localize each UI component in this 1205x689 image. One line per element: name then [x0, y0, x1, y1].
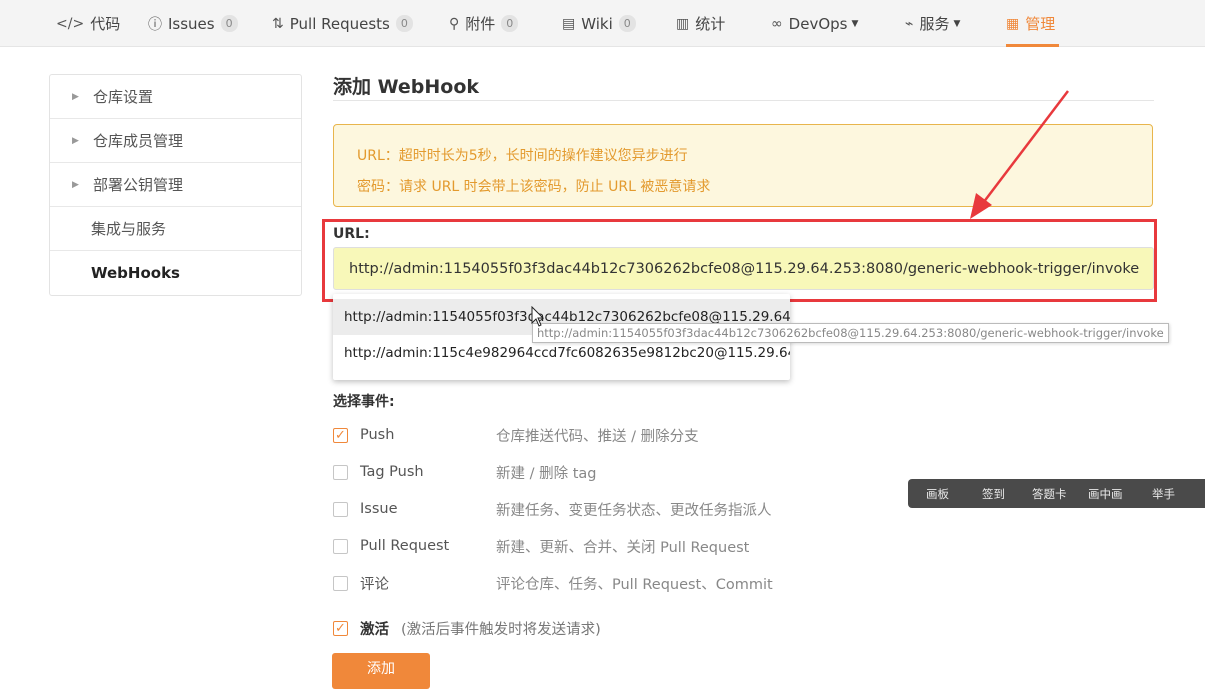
issue-icon: ⓘ — [148, 16, 162, 33]
nav-wiki[interactable]: ▤ Wiki 0 — [562, 0, 636, 47]
toolbar-checkin-button[interactable]: 签到 — [982, 486, 1005, 502]
sidebar-item-integrations[interactable]: 集成与服务 — [50, 207, 301, 251]
stats-icon: ▥ — [676, 15, 690, 32]
toolbar-answer-card-button[interactable]: 答题卡 — [1032, 486, 1067, 502]
nav-manage[interactable]: ▦ 管理 — [1006, 0, 1060, 47]
nav-manage-label: 管理 — [1025, 15, 1056, 33]
manage-icon: ▦ — [1006, 15, 1020, 32]
event-name: Issue — [360, 501, 398, 517]
event-issue-row: Issue 新建任务、变更任务状态、更改任务指派人 — [333, 498, 772, 520]
pull-request-icon: ⇅ — [272, 15, 284, 32]
sidebar-item-members[interactable]: ▶ 仓库成员管理 — [50, 119, 301, 163]
event-description: 仓库推送代码、推送 / 删除分支 — [496, 428, 699, 445]
chevron-down-icon: ▼ — [953, 18, 961, 29]
event-name: 评论 — [360, 576, 389, 593]
activate-checkbox[interactable] — [333, 620, 348, 636]
nav-issues-count: 0 — [220, 15, 238, 32]
caret-right-icon: ▶ — [72, 91, 79, 102]
event-comment-row: 评论 评论仓库、任务、Pull Request、Commit — [333, 572, 773, 594]
sidebar-item-repo-settings[interactable]: ▶ 仓库设置 — [50, 75, 301, 119]
repo-top-nav: </> 代码 ⓘ Issues 0 ⇅ Pull Requests 0 ⚲ 附件… — [0, 0, 1205, 47]
nav-issues-label: Issues — [168, 14, 215, 33]
floating-toolbar: 画板 签到 答题卡 画中画 举手 — [908, 479, 1205, 508]
nav-wiki-label: Wiki — [581, 14, 613, 33]
nav-devops-label: DevOps — [788, 14, 848, 33]
nav-attachments-label: 附件 — [465, 15, 496, 33]
nav-pull-requests-count: 0 — [395, 15, 413, 32]
nav-services[interactable]: ⌁ 服务 ▼ — [905, 0, 960, 47]
nav-attachments-count: 0 — [501, 15, 519, 32]
event-push-checkbox[interactable] — [333, 427, 348, 443]
activate-row: 激活 (激活后事件触发时将发送请求) — [333, 617, 601, 639]
add-webhook-button[interactable]: 添加 — [332, 653, 430, 689]
nav-pull-requests-label: Pull Requests — [289, 14, 390, 33]
event-description: 新建、更新、合并、关闭 Pull Request — [496, 539, 750, 556]
event-description: 新建 / 删除 tag — [496, 465, 597, 482]
toolbar-raise-hand-button[interactable]: 举手 — [1152, 486, 1175, 502]
nav-pull-requests[interactable]: ⇅ Pull Requests 0 — [272, 0, 413, 47]
nav-issues[interactable]: ⓘ Issues 0 — [148, 0, 238, 47]
nav-wiki-count: 0 — [618, 15, 636, 32]
nav-stats[interactable]: ▥ 统计 — [676, 0, 725, 47]
event-tag-push-row: Tag Push 新建 / 删除 tag — [333, 461, 597, 483]
mouse-cursor-icon — [531, 306, 545, 327]
event-tag-push-checkbox[interactable] — [333, 464, 348, 480]
toolbar-whiteboard-button[interactable]: 画板 — [926, 486, 949, 502]
nav-devops[interactable]: ∞ DevOps ▼ — [771, 0, 858, 47]
sidebar-item-deploy-keys[interactable]: ▶ 部署公钥管理 — [50, 163, 301, 207]
code-icon: </> — [56, 15, 85, 32]
event-name: Tag Push — [360, 464, 424, 480]
event-issue-checkbox[interactable] — [333, 501, 348, 517]
nav-attachments[interactable]: ⚲ 附件 0 — [449, 0, 519, 47]
toolbar-pip-button[interactable]: 画中画 — [1088, 486, 1123, 502]
event-name: Pull Request — [360, 538, 450, 554]
events-label: 选择事件: — [333, 394, 395, 410]
event-comment-checkbox[interactable] — [333, 575, 348, 591]
activate-label: 激活 — [360, 621, 389, 638]
autocomplete-tooltip: http://admin:1154055f03f3dac44b12c730626… — [532, 323, 1169, 343]
sidebar-item-label: WebHooks — [91, 264, 180, 282]
page-title: 添加 WebHook — [333, 76, 480, 98]
sidebar-item-label: 部署公钥管理 — [93, 176, 184, 194]
activate-note: (激活后事件触发时将发送请求) — [401, 621, 601, 638]
sidebar-item-label: 集成与服务 — [91, 220, 167, 238]
settings-sidebar: ▶ 仓库设置 ▶ 仓库成员管理 ▶ 部署公钥管理 集成与服务 WebHooks — [49, 74, 302, 296]
event-push-row: Push 仓库推送代码、推送 / 删除分支 — [333, 424, 699, 446]
event-description: 新建任务、变更任务状态、更改任务指派人 — [496, 502, 772, 519]
nav-stats-label: 统计 — [695, 15, 726, 33]
event-pull-request-checkbox[interactable] — [333, 538, 348, 554]
nav-services-label: 服务 — [919, 15, 950, 33]
highlight-box — [322, 219, 1157, 302]
sidebar-item-label: 仓库成员管理 — [93, 132, 184, 150]
annotation-arrow-icon — [970, 90, 1069, 219]
devops-icon: ∞ — [771, 15, 783, 32]
services-icon: ⌁ — [905, 15, 914, 32]
caret-right-icon: ▶ — [72, 179, 79, 190]
chevron-down-icon: ▼ — [851, 18, 859, 29]
caret-right-icon: ▶ — [72, 135, 79, 146]
sidebar-item-label: 仓库设置 — [93, 88, 154, 106]
event-name: Push — [360, 427, 395, 443]
event-description: 评论仓库、任务、Pull Request、Commit — [496, 576, 773, 593]
nav-code-label: 代码 — [90, 15, 121, 33]
sidebar-item-webhooks[interactable]: WebHooks — [50, 251, 301, 295]
attachment-icon: ⚲ — [449, 15, 460, 32]
wiki-icon: ▤ — [562, 15, 576, 32]
event-pull-request-row: Pull Request 新建、更新、合并、关闭 Pull Request — [333, 535, 749, 557]
nav-code[interactable]: </> 代码 — [56, 0, 120, 47]
